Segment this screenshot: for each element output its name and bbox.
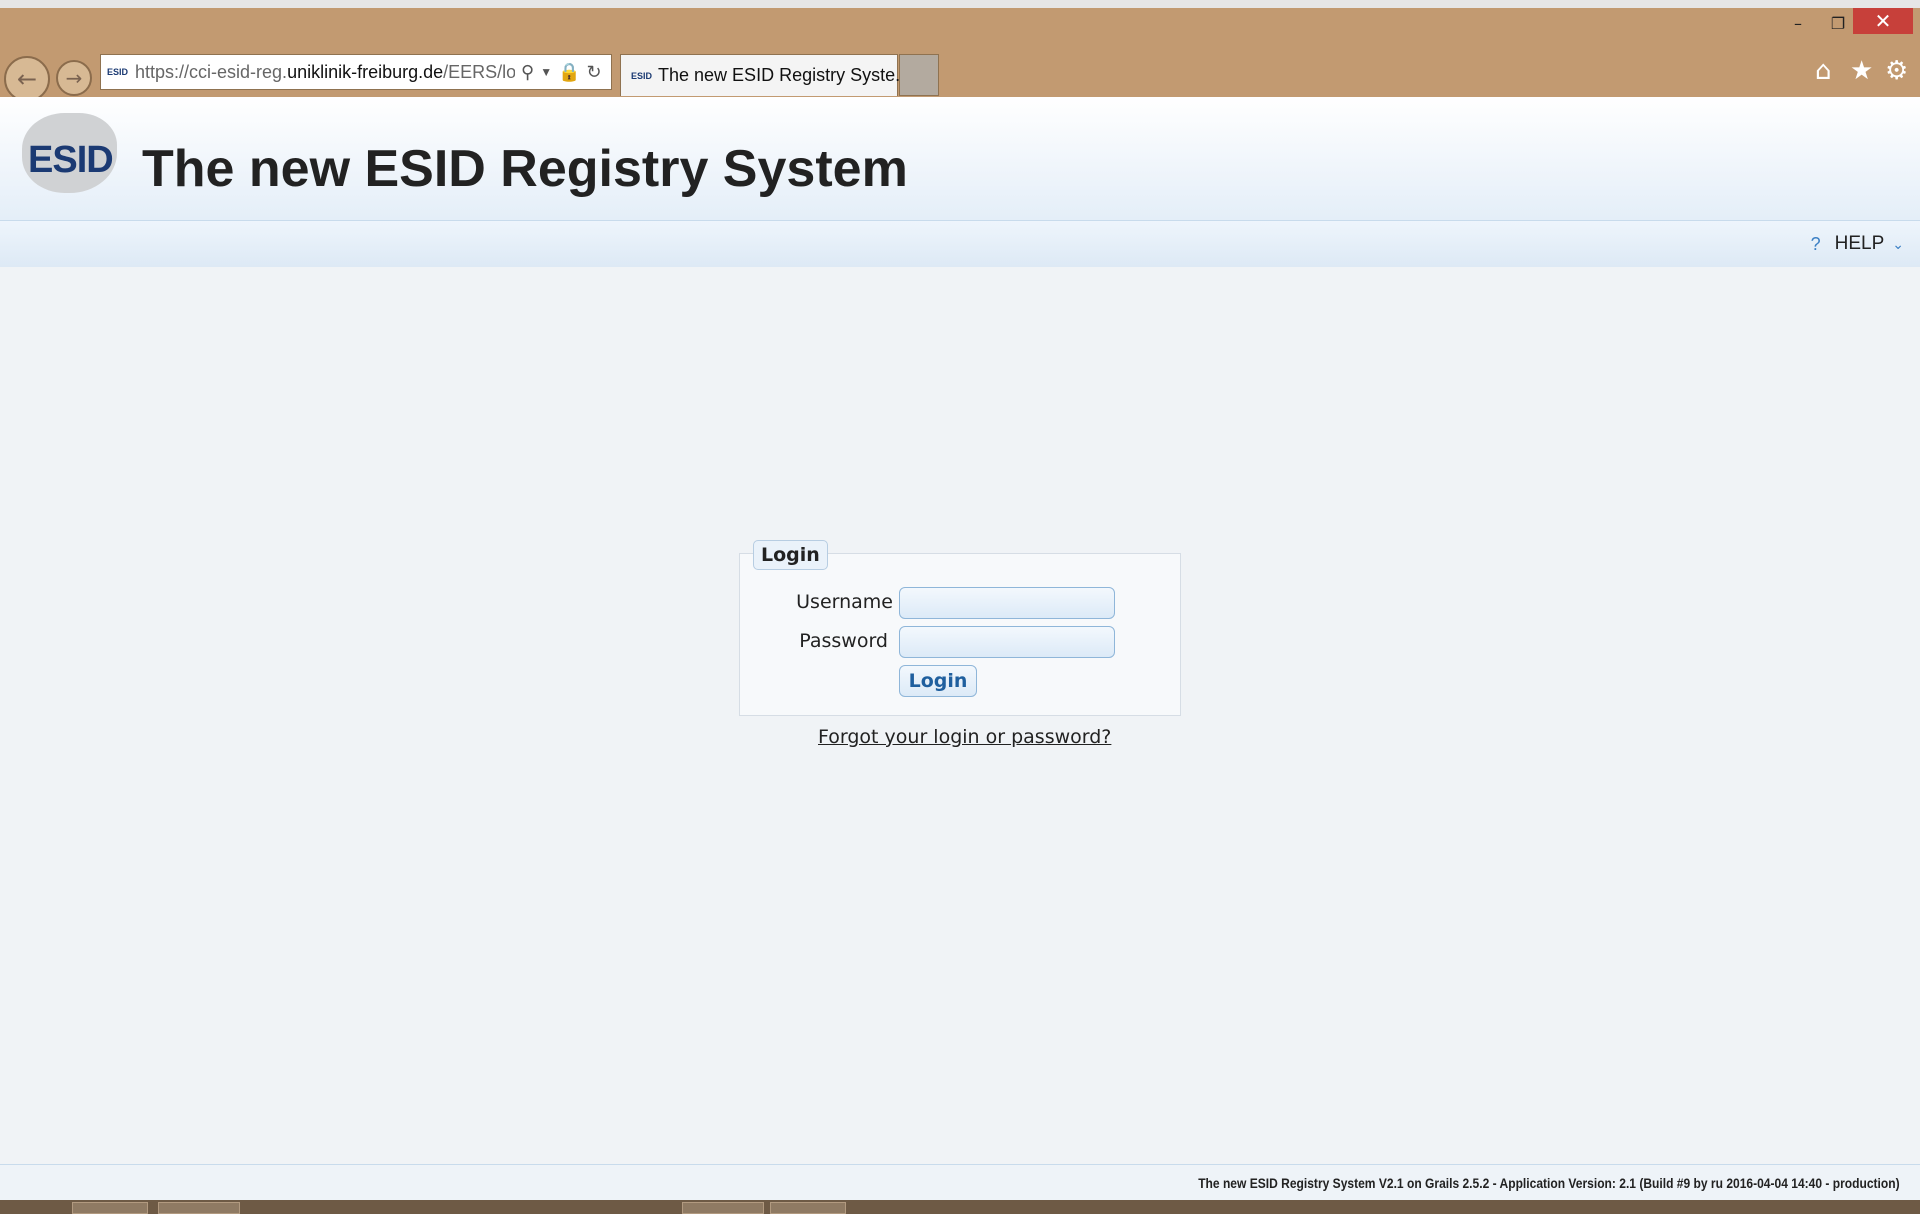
tab-title: The new ESID Registry Syste... (658, 65, 911, 85)
forward-button[interactable]: → (56, 60, 92, 96)
close-window-button[interactable]: ✕ (1853, 8, 1913, 34)
minimize-button[interactable]: – (1778, 8, 1818, 38)
taskbar-item[interactable] (770, 1202, 846, 1214)
favorites-star-icon[interactable]: ★ (1850, 56, 1873, 86)
url-text[interactable]: https://cci-esid-reg.uniklinik-freiburg.… (135, 62, 515, 83)
help-menu[interactable]: ? HELP ⌄ (1811, 233, 1904, 255)
new-tab-button[interactable] (899, 54, 939, 96)
page-header: ESID The new ESID Registry System (0, 97, 1920, 221)
taskbar-item[interactable] (72, 1202, 148, 1214)
tab-favicon-icon: ESID (631, 70, 653, 81)
menu-bar: ? HELP ⌄ (0, 220, 1920, 268)
refresh-icon[interactable]: ↻ (587, 62, 602, 83)
footer: The new ESID Registry System V2.1 on Gra… (0, 1164, 1920, 1201)
browser-tab[interactable]: ESID The new ESID Registry Syste... ✕ (620, 54, 935, 96)
minimize-icon: – (1794, 13, 1802, 33)
dropdown-icon[interactable]: ▼ (540, 65, 552, 79)
forgot-password-link[interactable]: Forgot your login or password? (818, 726, 1111, 748)
username-field[interactable] (899, 587, 1115, 619)
taskbar (0, 1200, 1920, 1214)
taskbar-item[interactable] (158, 1202, 240, 1214)
arrow-left-icon: ← (16, 65, 38, 93)
search-icon[interactable]: ⚲ (521, 62, 534, 83)
help-label: HELP (1834, 233, 1885, 254)
question-icon: ? (1810, 233, 1821, 254)
password-label: Password (799, 630, 888, 652)
address-bar[interactable]: ESID https://cci-esid-reg.uniklinik-frei… (100, 54, 612, 90)
page-title: The new ESID Registry System (142, 140, 908, 198)
site-favicon-icon: ESID (107, 67, 129, 77)
footer-version-text: The new ESID Registry System V2.1 on Gra… (1198, 1175, 1900, 1191)
arrow-right-icon: → (65, 66, 83, 90)
password-field[interactable] (899, 626, 1115, 658)
close-icon: ✕ (1874, 9, 1892, 33)
taskbar-item[interactable] (682, 1202, 764, 1214)
back-button[interactable]: ← (4, 56, 50, 102)
username-label: Username (796, 591, 893, 613)
login-button[interactable]: Login (899, 665, 977, 697)
chevron-down-icon: ⌄ (1892, 235, 1904, 252)
url-scheme: https://cci-esid-reg. (135, 61, 288, 82)
url-path: /EERS/logi (443, 61, 515, 82)
esid-logo: ESID (12, 113, 120, 197)
login-legend: Login (753, 540, 828, 570)
url-host: uniklinik-freiburg.de (287, 61, 444, 82)
logo-text: ESID (28, 139, 114, 181)
lock-icon[interactable]: 🔒 (558, 62, 580, 83)
restore-icon: ❐ (1830, 13, 1846, 33)
restore-button[interactable]: ❐ (1818, 8, 1858, 38)
home-icon[interactable]: ⌂ (1815, 56, 1832, 86)
settings-gear-icon[interactable]: ⚙ (1885, 56, 1908, 86)
